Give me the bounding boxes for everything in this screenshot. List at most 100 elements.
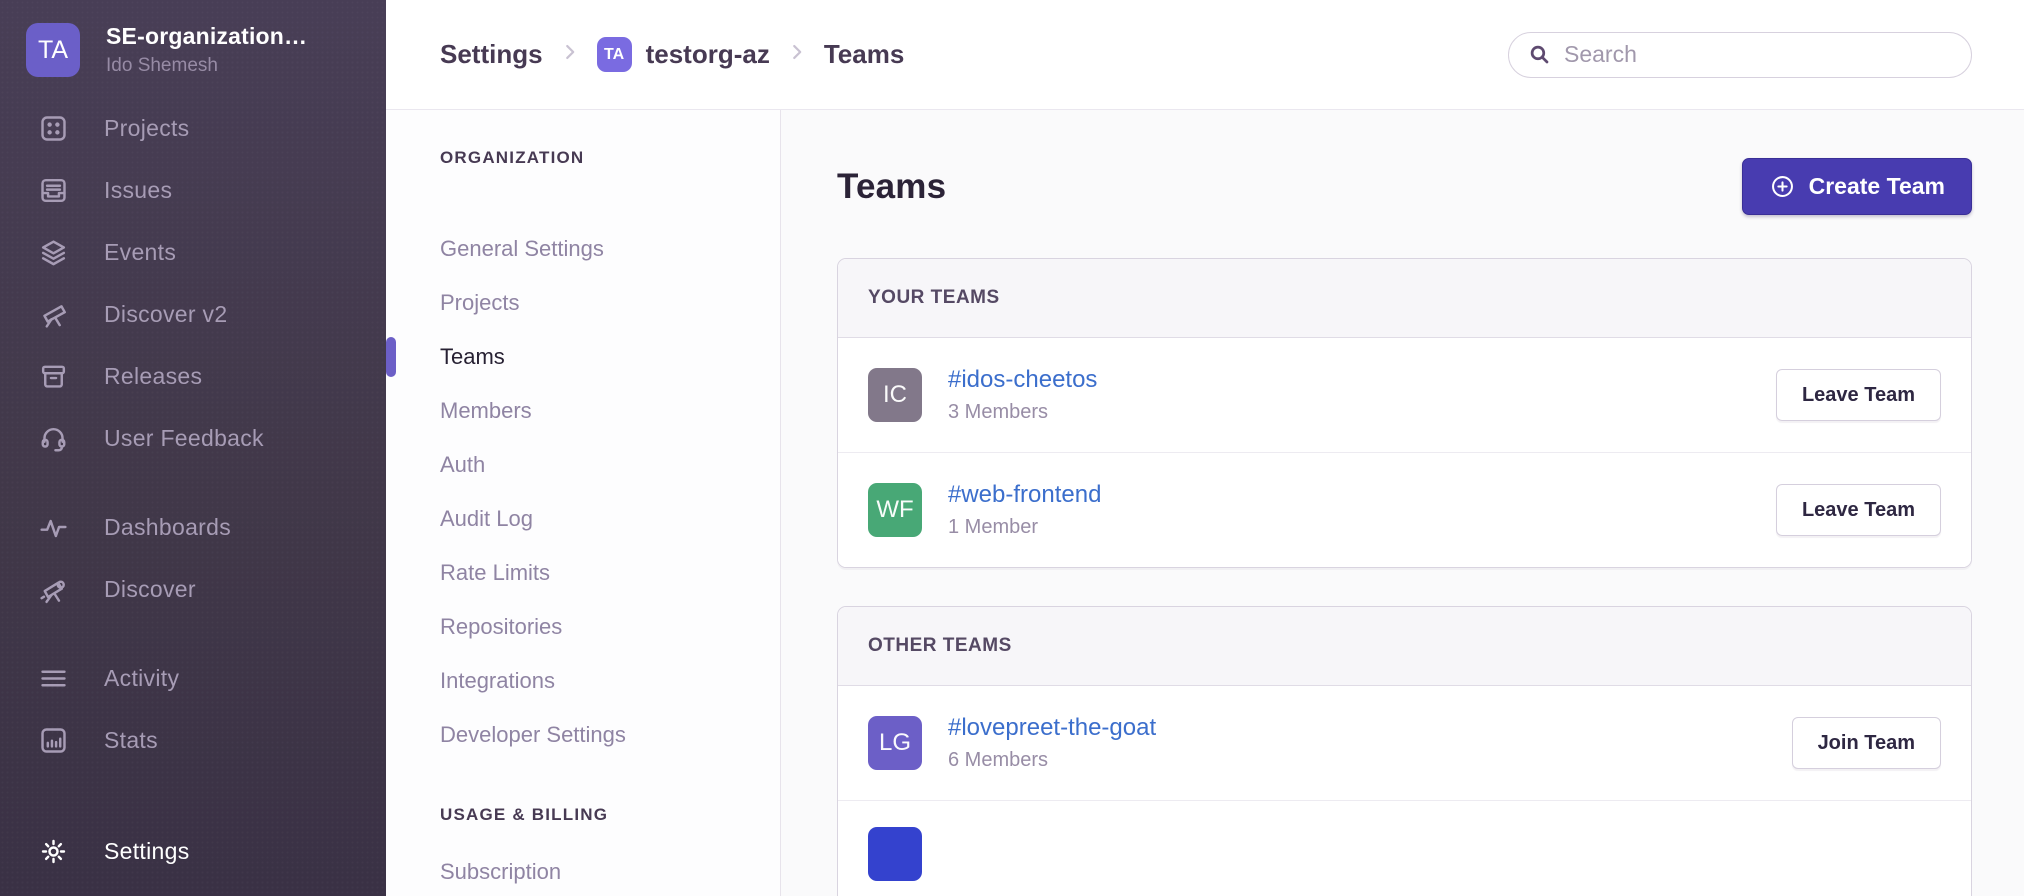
- search-input[interactable]: [1564, 41, 1953, 68]
- join-team-button[interactable]: Join Team: [1792, 717, 1941, 769]
- sidebar-item-label: Settings: [104, 838, 190, 865]
- active-nav-indicator: [386, 337, 396, 377]
- settings-nav-group: ORGANIZATION General SettingsProjectsTeam…: [440, 148, 780, 762]
- settings-body: ORGANIZATIONGeneral SettingsProjectsTeam…: [386, 110, 2024, 896]
- breadcrumb-settings[interactable]: Settings: [440, 39, 543, 70]
- settings-nav-item-rate-limits[interactable]: Rate Limits: [440, 546, 780, 600]
- settings-nav-item-developer-settings[interactable]: Developer Settings: [440, 708, 780, 762]
- topbar: Settings TA testorg-az Teams: [386, 0, 2024, 110]
- sidebar-item-discover[interactable]: Discover: [0, 558, 386, 620]
- org-avatar-chip: TA: [597, 37, 632, 72]
- user-name: Ido Shemesh: [106, 55, 307, 77]
- team-avatar: WF: [868, 483, 922, 537]
- team-name-link[interactable]: #idos-cheetos: [948, 366, 1097, 394]
- page-title: Teams: [837, 167, 946, 207]
- settings-nav-item-auth[interactable]: Auth: [440, 438, 780, 492]
- sidebar-item-dashboards[interactable]: Dashboards: [0, 496, 386, 558]
- settings-nav-heading: ORGANIZATION: [440, 148, 780, 168]
- settings-nav-group: USAGE & BILLING Subscription: [440, 805, 780, 896]
- sidebar-item-label: User Feedback: [104, 425, 264, 452]
- settings-nav-item-integrations[interactable]: Integrations: [440, 654, 780, 708]
- settings-nav: ORGANIZATION General SettingsProjectsTeam…: [386, 110, 781, 896]
- team-avatar: [868, 827, 922, 881]
- teams-panel: YOUR TEAMSIC#idos-cheetos3 MembersLeave …: [837, 258, 1972, 568]
- lines-icon: [35, 663, 71, 694]
- team-member-count: 1 Member: [948, 516, 1101, 539]
- sidebar-group: Projects Issues Events Discover v2 Releases U…: [0, 97, 386, 469]
- sidebar-item-label: Discover: [104, 576, 196, 603]
- panel-heading: OTHER TEAMS: [838, 607, 1971, 686]
- breadcrumb-org[interactable]: TA testorg-az: [597, 37, 770, 72]
- settings-nav-item-subscription[interactable]: Subscription: [440, 845, 780, 896]
- releases-archive-icon: [35, 361, 71, 392]
- content-header: Teams Create Team: [837, 158, 1972, 215]
- issues-inbox-icon: [35, 175, 71, 206]
- sidebar-group: Activity Stats: [0, 647, 386, 771]
- settings-nav-item-general-settings[interactable]: General Settings: [440, 222, 780, 276]
- sidebar-item-label: Activity: [104, 665, 179, 692]
- create-team-button[interactable]: Create Team: [1742, 158, 1972, 215]
- plus-circle-icon: [1769, 173, 1796, 200]
- team-name-link[interactable]: #lovepreet-the-goat: [948, 714, 1156, 742]
- sidebar-item-events[interactable]: Events: [0, 221, 386, 283]
- sidebar-item-discover-v2[interactable]: Discover v2: [0, 283, 386, 345]
- create-team-label: Create Team: [1809, 173, 1945, 200]
- settings-nav-item-members[interactable]: Members: [440, 384, 780, 438]
- sidebar-item-activity[interactable]: Activity: [0, 647, 386, 709]
- sidebar-item-settings[interactable]: Settings: [0, 820, 386, 882]
- app-sidebar: TA SE-organization… Ido Shemesh Projects…: [0, 0, 386, 896]
- sidebar-item-stats[interactable]: Stats: [0, 709, 386, 771]
- gear-icon: [35, 836, 71, 867]
- pulse-icon: [35, 512, 71, 543]
- sidebar-item-label: Events: [104, 239, 176, 266]
- search-icon: [1527, 42, 1552, 67]
- sidebar-item-label: Projects: [104, 115, 189, 142]
- team-panels: YOUR TEAMSIC#idos-cheetos3 MembersLeave …: [837, 258, 1972, 896]
- settings-nav-item-teams[interactable]: Teams: [440, 330, 780, 384]
- team-name-link[interactable]: #web-frontend: [948, 481, 1101, 509]
- sidebar-item-label: Stats: [104, 727, 158, 754]
- settings-nav-heading: USAGE & BILLING: [440, 805, 780, 825]
- search-bar[interactable]: [1508, 32, 1972, 78]
- sidebar-item-label: Discover v2: [104, 301, 227, 328]
- sidebar-item-projects[interactable]: Projects: [0, 97, 386, 159]
- bar-chart-icon: [35, 725, 71, 756]
- settings-nav-item-audit-log[interactable]: Audit Log: [440, 492, 780, 546]
- team-row: WF #web-frontend 1 Member Leave Team: [838, 452, 1971, 567]
- org-avatar: TA: [26, 23, 80, 77]
- team-meta: #idos-cheetos 3 Members: [948, 366, 1097, 424]
- sidebar-item-user-feedback[interactable]: User Feedback: [0, 407, 386, 469]
- app-root: TA SE-organization… Ido Shemesh Projects…: [0, 0, 2024, 896]
- sidebar-nav: Projects Issues Events Discover v2 Releases U…: [0, 97, 386, 771]
- breadcrumb-org-label: testorg-az: [646, 39, 770, 70]
- team-member-count: 3 Members: [948, 401, 1097, 424]
- settings-nav-item-projects[interactable]: Projects: [440, 276, 780, 330]
- events-layers-icon: [35, 237, 71, 268]
- sidebar-item-issues[interactable]: Issues: [0, 159, 386, 221]
- main-column: Settings TA testorg-az Teams: [386, 0, 2024, 896]
- teams-content: Teams Create Team YOUR TEAMSIC#idos-chee…: [781, 110, 2024, 896]
- team-member-count: 6 Members: [948, 749, 1156, 772]
- org-meta: SE-organization… Ido Shemesh: [106, 23, 307, 77]
- sidebar-item-label: Releases: [104, 363, 202, 390]
- team-avatar: IC: [868, 368, 922, 422]
- org-name: SE-organization…: [106, 23, 307, 50]
- team-row: IC #idos-cheetos 3 Members Leave Team: [838, 338, 1971, 452]
- telescope-icon: [35, 299, 71, 330]
- headset-icon: [35, 423, 71, 454]
- team-avatar: LG: [868, 716, 922, 770]
- sidebar-item-label: Issues: [104, 177, 172, 204]
- breadcrumb: Settings TA testorg-az Teams: [440, 37, 904, 72]
- sidebar-item-label: Dashboards: [104, 514, 231, 541]
- breadcrumb-teams[interactable]: Teams: [824, 39, 904, 70]
- settings-nav-item-repositories[interactable]: Repositories: [440, 600, 780, 654]
- projects-grid-icon: [35, 113, 71, 144]
- teams-panel: OTHER TEAMS LG #lovepreet-the-goat 6 Member…: [837, 606, 1972, 896]
- sidebar-settings: Settings: [0, 820, 386, 882]
- leave-team-button[interactable]: Leave Team: [1776, 369, 1941, 421]
- sidebar-group: Dashboards Discover: [0, 496, 386, 620]
- team-row: LG #lovepreet-the-goat 6 Members Join Team: [838, 686, 1971, 800]
- leave-team-button[interactable]: Leave Team: [1776, 484, 1941, 536]
- org-switcher[interactable]: TA SE-organization… Ido Shemesh: [0, 0, 386, 77]
- sidebar-item-releases[interactable]: Releases: [0, 345, 386, 407]
